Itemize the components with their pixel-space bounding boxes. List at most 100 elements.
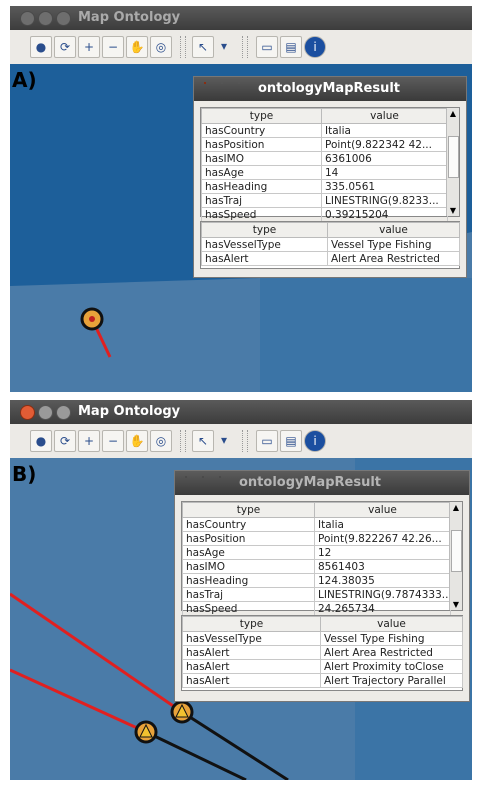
table-row[interactable]: hasCountry Italia — [182, 517, 451, 532]
close-icon[interactable] — [20, 405, 35, 420]
cell-type: hasSpeed — [182, 601, 315, 616]
table-row[interactable]: hasAge 14 — [201, 165, 448, 180]
minimize-icon[interactable] — [38, 405, 53, 420]
globe-icon[interactable]: ● — [30, 36, 52, 58]
minimize-icon[interactable] — [38, 11, 53, 26]
close-icon[interactable] — [204, 82, 206, 84]
map-print-icon[interactable]: ▤ — [280, 430, 302, 452]
map-print-icon[interactable]: ▤ — [280, 36, 302, 58]
pan-hand-icon[interactable]: ✋ — [126, 36, 148, 58]
zoom-out-icon[interactable]: − — [102, 36, 124, 58]
table-scrollbar[interactable]: ▲ ▼ — [446, 108, 459, 216]
table-row[interactable]: hasSpeed 0.39215204 — [201, 207, 448, 222]
info-icon[interactable]: i — [304, 430, 326, 452]
toolbar-separator — [242, 36, 248, 58]
refresh-icon[interactable]: ⟳ — [54, 36, 76, 58]
world-icon[interactable]: ◎ — [150, 430, 172, 452]
zoom-in-icon[interactable]: + — [78, 36, 100, 58]
cell-type: hasAlert — [182, 645, 321, 660]
zoom-out-icon[interactable]: − — [102, 430, 124, 452]
cell-value: 0.39215204 — [321, 207, 448, 222]
cell-type: hasHeading — [201, 179, 322, 194]
scroll-up-icon[interactable]: ▲ — [447, 109, 459, 118]
table-row[interactable]: hasPosition Point(9.822267 42.26... — [182, 531, 451, 546]
close-icon[interactable] — [20, 11, 35, 26]
table-row[interactable]: hasCountry Italia — [201, 123, 448, 138]
cell-value: 14 — [321, 165, 448, 180]
cell-type: hasAge — [201, 165, 322, 180]
column-header[interactable]: value — [320, 616, 463, 632]
close-icon[interactable] — [185, 476, 187, 478]
info-icon[interactable]: i — [304, 36, 326, 58]
trajectory-line — [145, 730, 247, 780]
alerts-table: type value hasVesselType Vessel Type Fish… — [200, 221, 460, 269]
maximize-icon[interactable] — [56, 405, 71, 420]
column-header[interactable]: type — [201, 108, 322, 124]
world-icon[interactable]: ◎ — [150, 36, 172, 58]
map-canvas[interactable]: A) ontologyMapResult type value hasCount… — [10, 64, 472, 392]
column-header[interactable]: value — [327, 222, 460, 238]
column-header[interactable]: type — [182, 616, 321, 632]
cell-value: Alert Area Restricted — [320, 645, 463, 660]
alerts-table: type value hasVesselType Vessel Type Fish… — [181, 615, 463, 691]
pointer-icon[interactable]: ↖ — [192, 36, 214, 58]
dropdown-icon[interactable]: ▾ — [214, 430, 234, 450]
map-layer-icon[interactable]: ▭ — [256, 430, 278, 452]
table-row[interactable]: hasIMO 6361006 — [201, 151, 448, 166]
cell-value: 6361006 — [321, 151, 448, 166]
table-row[interactable]: hasVesselType Vessel Type Fishing — [182, 631, 463, 646]
minimize-icon[interactable] — [221, 82, 223, 84]
table-row[interactable]: hasHeading 124.38035 — [182, 573, 451, 588]
scroll-thumb[interactable] — [448, 136, 459, 178]
table-scrollbar[interactable]: ▲ ▼ — [449, 502, 462, 610]
table-row[interactable]: hasTraj LINESTRING(9.7874333... — [182, 587, 451, 602]
maximize-icon[interactable] — [238, 82, 240, 84]
cell-type: hasVesselType — [201, 237, 328, 252]
minimize-icon[interactable] — [202, 476, 204, 478]
table-row[interactable]: hasPosition Point(9.822342 42... — [201, 137, 448, 152]
table-row[interactable]: hasIMO 8561403 — [182, 559, 451, 574]
dialog-title: ontologyMapResult — [239, 475, 382, 490]
column-header[interactable]: type — [201, 222, 328, 238]
scroll-up-icon[interactable]: ▲ — [450, 503, 462, 512]
maximize-icon[interactable] — [56, 11, 71, 26]
scroll-down-icon[interactable]: ▼ — [447, 206, 459, 215]
cell-type: hasAlert — [201, 251, 328, 266]
cell-value: Italia — [321, 123, 448, 138]
table-row[interactable]: hasSpeed 24.265734 — [182, 601, 451, 616]
globe-icon[interactable]: ● — [30, 430, 52, 452]
cell-value: LINESTRING(9.8233... — [321, 193, 448, 208]
map-layer-icon[interactable]: ▭ — [256, 36, 278, 58]
pan-hand-icon[interactable]: ✋ — [126, 430, 148, 452]
table-row[interactable]: hasTraj LINESTRING(9.8233... — [201, 193, 448, 208]
scroll-down-icon[interactable]: ▼ — [450, 600, 462, 609]
table-row[interactable]: hasAge 12 — [182, 545, 451, 560]
table-row[interactable]: hasAlert Alert Trajectory Parallel — [182, 673, 463, 688]
panel-label: B) — [12, 462, 37, 486]
cell-type: hasCountry — [182, 517, 315, 532]
table-row[interactable]: hasAlert Alert Area Restricted — [201, 251, 460, 266]
zoom-in-icon[interactable]: + — [78, 430, 100, 452]
map-toolbar: ● ⟳ + − ✋ ◎ ↖ ▾ ▭ ▤ i — [10, 30, 472, 65]
scroll-thumb[interactable] — [451, 530, 462, 572]
toolbar-separator — [242, 430, 248, 452]
cell-value: Alert Area Restricted — [327, 251, 460, 266]
column-header[interactable]: value — [314, 502, 451, 518]
column-header[interactable]: type — [182, 502, 315, 518]
cell-type: hasTraj — [182, 587, 315, 602]
maximize-icon[interactable] — [219, 476, 221, 478]
table-row[interactable]: hasVesselType Vessel Type Fishing — [201, 237, 460, 252]
table-row[interactable]: hasAlert Alert Proximity toClose — [182, 659, 463, 674]
cell-type: hasAge — [182, 545, 315, 560]
table-row[interactable]: hasHeading 335.0561 — [201, 179, 448, 194]
cell-value: 24.265734 — [314, 601, 451, 616]
column-header[interactable]: value — [321, 108, 448, 124]
ontology-result-dialog: ontologyMapResult type value hasCountry I… — [174, 470, 470, 702]
dropdown-icon[interactable]: ▾ — [214, 36, 234, 56]
window-title: Map Ontology — [78, 404, 181, 419]
cell-value: Italia — [314, 517, 451, 532]
table-row[interactable]: hasAlert Alert Area Restricted — [182, 645, 463, 660]
refresh-icon[interactable]: ⟳ — [54, 430, 76, 452]
map-canvas[interactable]: B) ontologyMapResult type value hasCount… — [10, 458, 472, 780]
pointer-icon[interactable]: ↖ — [192, 430, 214, 452]
